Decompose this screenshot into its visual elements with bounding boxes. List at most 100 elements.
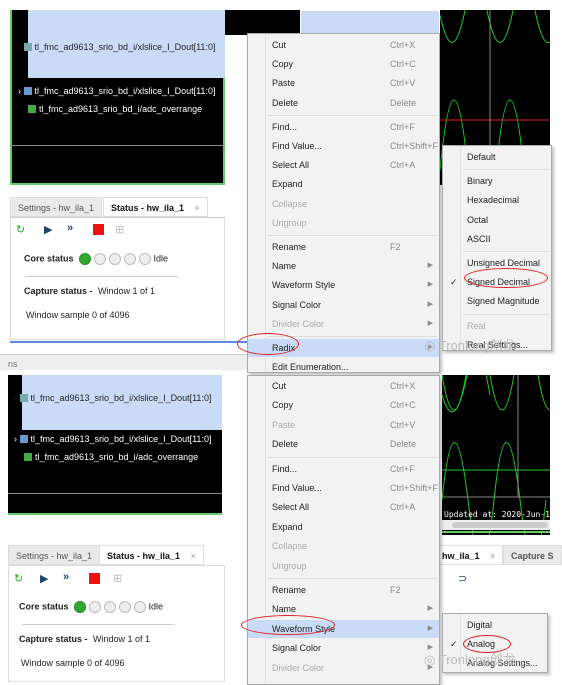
value-column [225,10,300,35]
menu-item-copy[interactable]: Copy Ctrl+C [248,55,439,73]
wechat-icon: ◎ [424,652,439,667]
stop-icon[interactable] [89,573,100,584]
close-icon[interactable]: × [195,203,200,213]
menu-item-signal-color[interactable]: Signal Color ▶ [248,296,439,314]
tab-status[interactable]: Status - hw_ila_1 × [103,197,208,217]
horizontal-scrollbar[interactable] [442,520,550,530]
tab-status[interactable]: Status - hw_ila_1 × [99,545,204,565]
signal-row[interactable]: › tl_fmc_ad9613_srio_bd_i/xlslice_I_Dout… [14,434,211,444]
menu-item-label: Rename [272,242,307,252]
submenu-arrow-icon: ▶ [427,605,433,613]
menu-item-label: Name [272,604,297,615]
menu-item-ungroup: Ungroup [248,557,439,575]
menu-item-ascii[interactable]: ASCII [443,230,551,248]
stop-icon[interactable] [93,224,104,235]
menu-item-label: Signal Color [272,643,322,654]
core-status: Core status Idle [24,253,169,265]
menu-item-name[interactable]: Name ▶ [248,257,439,275]
analog-bus-icon [23,87,32,95]
menu-item-label: Find Value... [272,141,322,151]
menu-item-find[interactable]: Find... Ctrl+F [248,460,439,478]
menu-item-label: Edit Enumeration... [272,362,349,373]
signal-row[interactable]: tl_fmc_ad9613_srio_bd_i/adc_overrange [24,452,198,462]
menu-item-delete[interactable]: Delete Delete [248,435,439,453]
tab-settings[interactable]: Settings - hw_ila_1 [8,545,101,565]
shortcut-label: Ctrl+C [390,59,416,70]
window-sample: Window sample 0 of 4096 [26,310,130,320]
menu-item-signal-color[interactable]: Signal Color ▶ [248,639,439,657]
menu-item-label: Unsigned Decimal [467,258,541,268]
shortcut-label: Delete [390,439,417,450]
menu-item-label: Ungroup [272,560,307,571]
capture-mode-icon[interactable]: ⊞ [113,572,122,585]
status-led-icon [79,253,92,265]
run-immediate-icon[interactable]: » [63,571,69,583]
refresh-icon[interactable]: ↻ [14,572,23,585]
menu-item-label: Binary [467,176,493,187]
menu-item-label: Paste [272,78,296,89]
close-icon[interactable]: × [490,551,495,561]
shortcut-label: Ctrl+V [390,78,416,89]
watermark: ◎ Tronlong创龙 [424,338,516,353]
menu-item-label: Find Value... [272,483,322,493]
status-led-icon [104,601,117,613]
menu-item-find-value[interactable]: Find Value... Ctrl+Shift+F [248,479,439,497]
menu-item-delete[interactable]: Delete Delete [248,94,439,112]
menu-item-label: Copy [272,400,294,411]
menu-item-label: Ungroup [272,217,307,228]
run-immediate-icon[interactable]: » [67,222,73,234]
menu-item-find[interactable]: Find... Ctrl+F [248,118,439,136]
menu-item-expand[interactable]: Expand [248,175,439,193]
menu-item-waveform-style[interactable]: Waveform Style ▶ [248,276,439,294]
menu-item-cut[interactable]: Cut Ctrl+X [248,377,439,395]
bus-icon [19,394,28,402]
radix-submenu: Default Binary Hexadecimal Octal ASCII Unsign… [442,145,552,351]
menu-item-label: Cut [272,381,287,391]
refresh-icon[interactable]: ↻ [16,223,25,236]
menu-item-rename[interactable]: Rename F2 [248,581,439,599]
trigger-icon[interactable]: ⊃ [458,572,467,585]
menu-separator [268,456,437,458]
tab-status-right[interactable]: hw_ila_1 × [440,545,504,565]
submenu-arrow-icon: ▶ [427,624,433,632]
shortcut-label: Ctrl+F [390,463,415,474]
run-trigger-icon[interactable]: ▶ [44,223,52,236]
tab-settings[interactable]: Settings - hw_ila_1 [10,197,103,217]
run-trigger-icon[interactable]: ▶ [40,572,48,585]
menu-item-label: ASCII [467,233,491,244]
shortcut-label: F2 [390,242,401,252]
menu-item-label: Select All [272,502,310,513]
menu-separator [463,313,549,315]
menu-item-signed-magnitude[interactable]: Signed Magnitude [443,292,551,310]
capture-status: Capture status - Window 1 of 1 [19,634,151,644]
menu-item-octal[interactable]: Octal [443,211,551,229]
close-icon[interactable]: × [191,551,196,561]
menu-item-select-all[interactable]: Select All Ctrl+A [248,498,439,516]
signal-row[interactable]: tl_fmc_ad9613_srio_bd_i/adc_overrange [28,104,202,114]
menu-item-hexadecimal[interactable]: Hexadecimal [443,191,551,209]
menu-item-edit-enumeration[interactable]: Edit Enumeration... [248,358,439,376]
menu-item-label: Find... [272,463,298,474]
menu-item-rename[interactable]: Rename F2 [248,238,439,256]
menu-separator [463,169,549,171]
menu-item-digital[interactable]: Digital [443,616,547,634]
menu-item-paste[interactable]: Paste Ctrl+V [248,74,439,92]
watermark: ◎ Tronlong创龙 [424,652,516,667]
menu-item-default[interactable]: Default [443,148,551,166]
panel-divider [10,341,247,343]
menu-item-label: Paste [272,419,296,430]
signal-row[interactable]: › tl_fmc_ad9613_srio_bd_i/xlslice_I_Dout… [18,42,215,52]
menu-item-find-value[interactable]: Find Value... Ctrl+Shift+F [248,137,439,155]
menu-item-expand[interactable]: Expand [248,518,439,536]
tab-capture-settings[interactable]: Capture S [503,545,562,565]
menu-item-binary[interactable]: Binary [443,172,551,190]
menu-item-copy[interactable]: Copy Ctrl+C [248,396,439,414]
capture-mode-icon[interactable]: ⊞ [115,223,124,236]
signal-row[interactable]: › tl_fmc_ad9613_srio_bd_i/xlslice_I_Dout… [18,86,215,96]
menu-item-label: Select All [272,160,310,171]
menu-item-select-all[interactable]: Select All Ctrl+A [248,156,439,174]
menu-item-cut[interactable]: Cut Ctrl+X [248,36,439,54]
menu-separator [268,114,437,116]
signal-row[interactable]: › tl_fmc_ad9613_srio_bd_i/xlslice_I_Dout… [14,393,211,403]
window-sample: Window sample 0 of 4096 [21,658,125,668]
